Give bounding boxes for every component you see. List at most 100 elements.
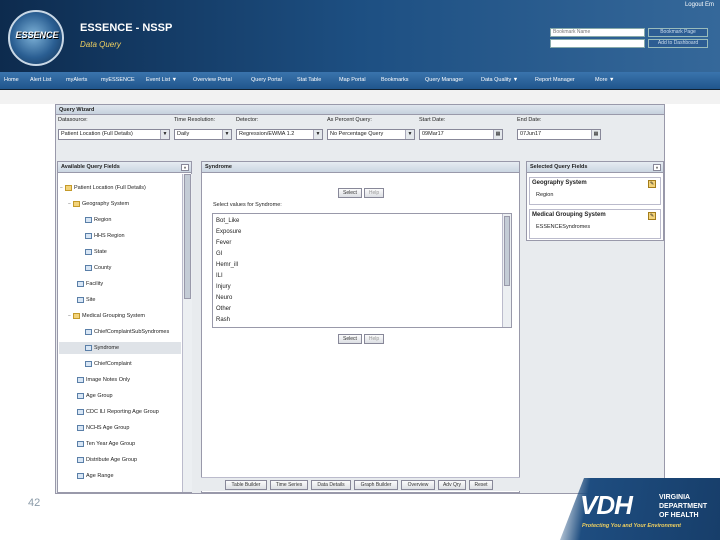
tree-item[interactable]: Syndrome — [80, 344, 119, 353]
time-resolution-value: Daily — [177, 131, 190, 137]
tree-selected-highlight — [59, 342, 181, 354]
tree-scrollbar[interactable] — [182, 174, 192, 492]
syndrome-scroll-thumb[interactable] — [504, 216, 510, 286]
datasource-select[interactable]: Patient Location (Full Details) ▼ — [58, 129, 170, 140]
nav-report-manager[interactable]: Report Manager — [535, 77, 575, 83]
edit-pencil-icon[interactable]: ✎ — [648, 180, 656, 188]
selected-group-geography: Geography System ✎ Region — [529, 177, 661, 205]
bookmark-page-button[interactable]: Bookmark Page — [648, 28, 708, 37]
tree-item[interactable]: Age Range — [72, 472, 114, 481]
tree-item[interactable]: HHS Region — [80, 232, 125, 241]
tree-item[interactable]: ChiefComplaint — [80, 360, 132, 369]
tree-item-label: ChiefComplaint — [94, 361, 132, 367]
nav-stat-table[interactable]: Stat Table — [297, 77, 321, 83]
nav-myessence[interactable]: myESSENCE — [101, 77, 135, 83]
syndrome-option[interactable]: Other — [216, 304, 231, 315]
field-icon — [77, 424, 84, 431]
nav-alert-list[interactable]: Alert List — [30, 77, 51, 83]
selected-group-name: Medical Grouping System — [532, 212, 606, 218]
selected-fields-title-text: Selected Query Fields — [530, 164, 588, 170]
adv-qry-button[interactable]: Adv Qry — [438, 480, 466, 490]
nav-map-portal[interactable]: Map Portal — [339, 77, 366, 83]
add-to-dashboard-button[interactable]: Add to Dashboard — [648, 39, 708, 48]
syndrome-list[interactable]: Bot_Like Exposure Fever GI Hemr_ill ILI Injury… — [212, 213, 512, 328]
field-icon — [77, 392, 84, 399]
tree-item[interactable]: State — [80, 248, 107, 257]
tree-item[interactable]: − Patient Location (Full Details) — [60, 184, 146, 193]
edit-pencil-icon[interactable]: ✎ — [648, 212, 656, 220]
overview-button[interactable]: Overview — [401, 480, 435, 490]
syndrome-scrollbar[interactable] — [502, 214, 511, 327]
tree-item[interactable]: County — [80, 264, 111, 273]
syndrome-option[interactable]: Hemr_ill — [216, 260, 238, 271]
syndrome-select-button-bottom[interactable]: Select — [338, 334, 362, 344]
tree-item[interactable]: − Medical Grouping System — [68, 312, 145, 321]
detector-select[interactable]: Regression/EWMA 1.2 ▼ — [236, 129, 323, 140]
syndrome-option[interactable]: Injury — [216, 282, 231, 293]
table-builder-button[interactable]: Table Builder — [225, 480, 267, 490]
nav-bookmarks[interactable]: Bookmarks — [381, 77, 409, 83]
logo-text: ESSENCE — [15, 30, 59, 40]
main-nav: Home Alert List myAlerts myESSENCE Event… — [0, 72, 720, 90]
tree-item[interactable]: Site — [72, 296, 95, 305]
tree-item[interactable]: Image Notes Only — [72, 376, 130, 385]
time-series-button[interactable]: Time Series — [270, 480, 308, 490]
tree-item-label: ChiefComplaintSubSyndromes — [94, 329, 170, 335]
tree-item[interactable]: CDC ILI Reporting Age Group — [72, 408, 159, 417]
data-details-button[interactable]: Data Details — [311, 480, 351, 490]
nav-more[interactable]: More ▼ — [595, 77, 615, 83]
end-date-input[interactable]: 07Jun17 ▦ — [517, 129, 601, 140]
folder-icon — [73, 312, 80, 319]
selected-group-medical: Medical Grouping System ✎ ESSENCESyndrom… — [529, 209, 661, 239]
bookmark-name-input[interactable]: Bookmark Name — [550, 28, 645, 37]
syndrome-option[interactable]: Fever — [216, 238, 231, 249]
syndrome-option[interactable]: ILI — [216, 271, 223, 282]
tree-item-label: Facility — [86, 281, 104, 287]
syndrome-option[interactable]: Rash — [216, 315, 230, 326]
tree-item[interactable]: Ten Year Age Group — [72, 440, 135, 449]
tree-item[interactable]: Age Group — [72, 392, 113, 401]
syndrome-select-button[interactable]: Select — [338, 188, 362, 198]
collapse-right-icon[interactable]: » — [653, 164, 661, 171]
field-icon — [85, 344, 92, 351]
syndrome-option[interactable]: Bot_Like — [216, 216, 239, 227]
collapse-left-icon[interactable]: « — [181, 164, 189, 171]
nav-event-list[interactable]: Event List ▼ — [146, 77, 177, 83]
app-title: ESSENCE - NSSP — [80, 22, 173, 34]
tree-item[interactable]: Facility — [72, 280, 103, 289]
query-action-bar: Table Builder Time Series Data Details G… — [201, 477, 520, 491]
bookmark-second-input[interactable] — [550, 39, 645, 48]
nav-myalerts[interactable]: myAlerts — [66, 77, 87, 83]
graph-builder-button[interactable]: Graph Builder — [354, 480, 398, 490]
syndrome-panel: Syndrome Select Help Select values for S… — [201, 161, 520, 493]
calendar-icon[interactable]: ▦ — [493, 130, 502, 139]
tree-item[interactable]: ChiefComplaintSubSyndromes — [80, 328, 169, 337]
nav-home[interactable]: Home — [4, 77, 19, 83]
syndrome-option[interactable]: Exposure — [216, 227, 241, 238]
syndrome-option[interactable]: Neuro — [216, 293, 232, 304]
logout-link[interactable]: Logout Em — [685, 2, 714, 8]
reset-button[interactable]: Reset — [469, 480, 493, 490]
syndrome-option[interactable]: GI — [216, 249, 222, 260]
essence-logo[interactable]: ESSENCE — [8, 10, 64, 66]
tree-scroll-thumb[interactable] — [184, 174, 191, 299]
tree-item[interactable]: Distribute Age Group — [72, 456, 137, 465]
syndrome-help-button-bottom[interactable]: Help — [364, 334, 384, 344]
tree-item[interactable]: − Geography System — [68, 200, 129, 209]
nav-data-quality[interactable]: Data Quality ▼ — [481, 77, 518, 83]
tree-item-label: Patient Location (Full Details) — [74, 185, 146, 191]
start-date-input[interactable]: 09Mar17 ▦ — [419, 129, 503, 140]
tree-item[interactable]: Region — [80, 216, 111, 225]
syndrome-help-button[interactable]: Help — [364, 188, 384, 198]
time-resolution-select[interactable]: Daily ▼ — [174, 129, 232, 140]
syndrome-prompt: Select values for Syndrome: — [213, 202, 282, 208]
nav-query-portal[interactable]: Query Portal — [251, 77, 282, 83]
nav-overview-portal[interactable]: Overview Portal — [193, 77, 232, 83]
percent-query-select[interactable]: No Percentage Query ▼ — [327, 129, 415, 140]
calendar-icon[interactable]: ▦ — [591, 130, 600, 139]
tree-item-label: NCHS Age Group — [86, 425, 130, 431]
nav-query-manager[interactable]: Query Manager — [425, 77, 463, 83]
tree-item[interactable]: NCHS Age Group — [72, 424, 129, 433]
page-subtitle: Data Query — [80, 40, 121, 49]
start-date-value: 09Mar17 — [422, 131, 444, 137]
